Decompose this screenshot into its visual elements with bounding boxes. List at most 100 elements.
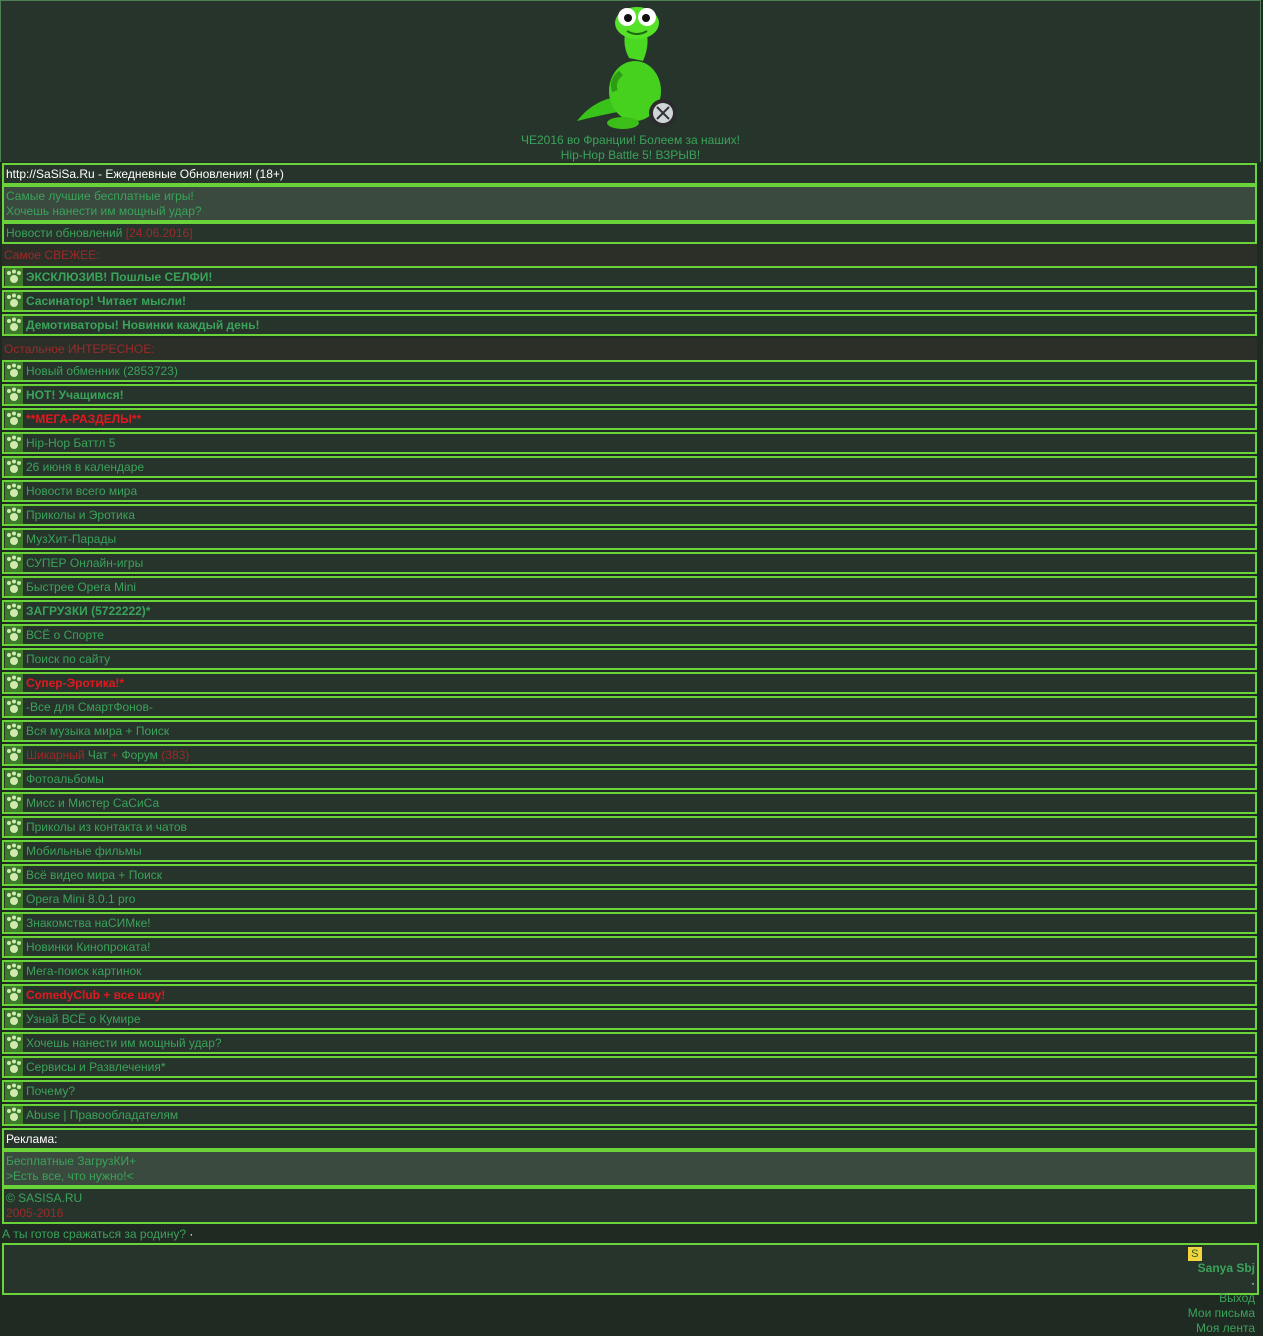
list-item[interactable]: Приколы и Эротика [2, 504, 1257, 526]
chat-label-prefix: Шикарный [26, 748, 85, 762]
frog-paw-icon [5, 866, 23, 884]
list-item[interactable]: Мега-поиск картинок [2, 960, 1257, 982]
user-status-icon: S [1187, 1247, 1202, 1261]
page: ЧЕ2016 во Франции! Болеем за наших! Hip-… [0, 0, 1263, 1335]
list-item[interactable]: **МЕГА-РАЗДЕЛЫ** [2, 408, 1257, 430]
list-item[interactable]: Хочешь нанести им мощный удар? [2, 1032, 1257, 1054]
list-item-label: Почему? [26, 1084, 76, 1098]
frog-paw-icon [5, 986, 23, 1004]
frog-paw-icon [5, 410, 23, 428]
list-item[interactable]: Знакомства наСИМке! [2, 912, 1257, 934]
list-item[interactable]: МузХит-Парады [2, 528, 1257, 550]
question-link[interactable]: А ты готов сражаться за родину? [2, 1227, 186, 1241]
frog-paw-icon [5, 890, 23, 908]
list-item-label: Поиск по сайту [26, 652, 111, 666]
list-item[interactable]: ЗАГРУЗКИ (5722222)* [2, 600, 1257, 622]
list-item-label: Хочешь нанести им мощный удар? [26, 1036, 222, 1050]
frog-paw-icon [5, 1106, 23, 1124]
ad-link-everything[interactable]: >Есть все, что нужно!< [6, 1169, 136, 1184]
list-item[interactable]: Поиск по сайту [2, 648, 1257, 670]
frog-paw-icon [5, 650, 23, 668]
news-bar: Новости обновлений [24.06.2016] [2, 222, 1257, 244]
ad-link-downloads[interactable]: Бесплатные ЗагрузКИ+ [6, 1154, 136, 1169]
list-item-label: Знакомства наСИМке! [26, 916, 151, 930]
list-item-label: НОТ! Учащимся! [26, 388, 124, 402]
promo-block: Самые лучшие бесплатные игры! Хочешь нан… [2, 185, 1257, 222]
list-item[interactable]: Новый обменник (2853723) [2, 360, 1257, 382]
my-feed-link[interactable]: Моя лента [1188, 1321, 1255, 1336]
list-item[interactable]: Всё видео мира + Поиск [2, 864, 1257, 886]
list-item[interactable]: Новости всего мира [2, 480, 1257, 502]
list-item[interactable]: Супер-Эротика!* [2, 672, 1257, 694]
frog-paw-icon [5, 362, 23, 380]
forum-link[interactable]: Форум [121, 748, 157, 762]
frog-paw-icon [5, 554, 23, 572]
list-item-label: Всё видео мира + Поиск [26, 868, 163, 882]
list-item-label: Вся музыка мира + Поиск [26, 724, 170, 738]
frog-paw-icon [5, 842, 23, 860]
frog-paw-icon [5, 386, 23, 404]
list-item[interactable]: Hip-Hop Баттл 5 [2, 432, 1257, 454]
list-item-label: **МЕГА-РАЗДЕЛЫ** [26, 412, 142, 426]
frog-paw-icon [5, 1034, 23, 1052]
list-item[interactable]: Демотиваторы! Новинки каждый день! [2, 314, 1257, 336]
section-title-hot: Самое СВЕЖЕЕ: [4, 248, 100, 262]
promo-link-games[interactable]: Самые лучшие бесплатные игры! [6, 189, 202, 204]
list-item[interactable]: -Все для СмартФонов- [2, 696, 1257, 718]
promo-link-strike[interactable]: Хочешь нанести им мощный удар? [6, 204, 202, 219]
list-item-label: Opera Mini 8.0.1 pro [26, 892, 136, 906]
list-item-label: Мисс и Мистер СаСиСа [26, 796, 160, 810]
news-link[interactable]: Новости обновлений [6, 226, 122, 240]
list-item[interactable]: 26 июня в календаре [2, 456, 1257, 478]
ads-label: Реклама: [6, 1132, 58, 1146]
list-item[interactable]: Узнай ВСЁ о Кумире [2, 1008, 1257, 1030]
frog-paw-icon [5, 506, 23, 524]
list-item[interactable]: ЭКСКЛЮЗИВ! Пошлые СЕЛФИ! [2, 266, 1257, 288]
list-item[interactable]: ВСЁ о Спорте [2, 624, 1257, 646]
site-title: http://SaSiSa.Ru - Ежедневные Обновления… [6, 167, 284, 181]
frog-paw-icon [5, 746, 23, 764]
frog-paw-icon [5, 626, 23, 644]
list-item[interactable]: Сервисы и Развлечения* [2, 1056, 1257, 1078]
list-item[interactable]: Сасинатор! Читает мысли! [2, 290, 1257, 312]
list-item[interactable]: Opera Mini 8.0.1 pro [2, 888, 1257, 910]
my-mail-link[interactable]: Мои письма [1188, 1306, 1255, 1321]
ads-header: Реклама: [2, 1128, 1257, 1150]
list-item-label: ЗАГРУЗКИ (5722222)* [26, 604, 151, 618]
frog-paw-icon [5, 578, 23, 596]
list-item-label: Приколы и Эротика [26, 508, 135, 522]
section-header-hot: Самое СВЕЖЕЕ: [2, 244, 1257, 266]
list-item[interactable]: Фотоальбомы [2, 768, 1257, 790]
list-item[interactable]: Вся музыка мира + Поиск [2, 720, 1257, 742]
list-item[interactable]: Приколы из контакта и чатов [2, 816, 1257, 838]
footer-question: А ты готов сражаться за родину? · [2, 1226, 193, 1242]
list-item[interactable]: Новинки Кинопроката! [2, 936, 1257, 958]
list-item-label: -Все для СмартФонов- [26, 700, 153, 714]
list-item-label: Мобильные фильмы [26, 844, 142, 858]
frog-paw-icon [5, 292, 23, 310]
logout-link[interactable]: Выход [1188, 1291, 1255, 1306]
list-item-label: Супер-Эротика!* [26, 676, 125, 690]
list-item-label: ЭКСКЛЮЗИВ! Пошлые СЕЛФИ! [26, 270, 213, 284]
list-item-label: Узнай ВСЁ о Кумире [26, 1012, 141, 1026]
list-item[interactable]: Мисс и Мистер СаСиСа [2, 792, 1257, 814]
header-link-hiphop-battle[interactable]: Hip-Hop Battle 5! ВЗРЫВ! [1, 148, 1260, 163]
list-item-label: ВСЁ о Спорте [26, 628, 104, 642]
list-item[interactable]: Быстрее Opera Mini [2, 576, 1257, 598]
list-item[interactable]: ComedyClub + все шоу! [2, 984, 1257, 1006]
list-item[interactable]: Почему? [2, 1080, 1257, 1102]
list-item[interactable]: СУПЕР Онлайн-игры [2, 552, 1257, 574]
list-item-chat[interactable]: Шикарный Чат + Форум (383) [2, 744, 1257, 766]
list-item[interactable]: НОТ! Учащимся! [2, 384, 1257, 406]
list-item-label: Новости всего мира [26, 484, 138, 498]
frog-paw-icon [5, 722, 23, 740]
header-link-euro2016[interactable]: ЧЕ2016 во Франции! Болеем за наших! [1, 133, 1260, 148]
chat-link[interactable]: Чат [88, 748, 108, 762]
list-item-label: Мега-поиск картинок [26, 964, 142, 978]
list-item[interactable]: Мобильные фильмы [2, 840, 1257, 862]
list-item[interactable]: Abuse | Правообладателям [2, 1104, 1257, 1126]
list-item-label: Новинки Кинопроката! [26, 940, 151, 954]
lizard-mascot-logo[interactable] [571, 3, 687, 131]
user-name[interactable]: Sanya Sbj [1188, 1261, 1255, 1276]
question-suffix: · [186, 1227, 194, 1241]
